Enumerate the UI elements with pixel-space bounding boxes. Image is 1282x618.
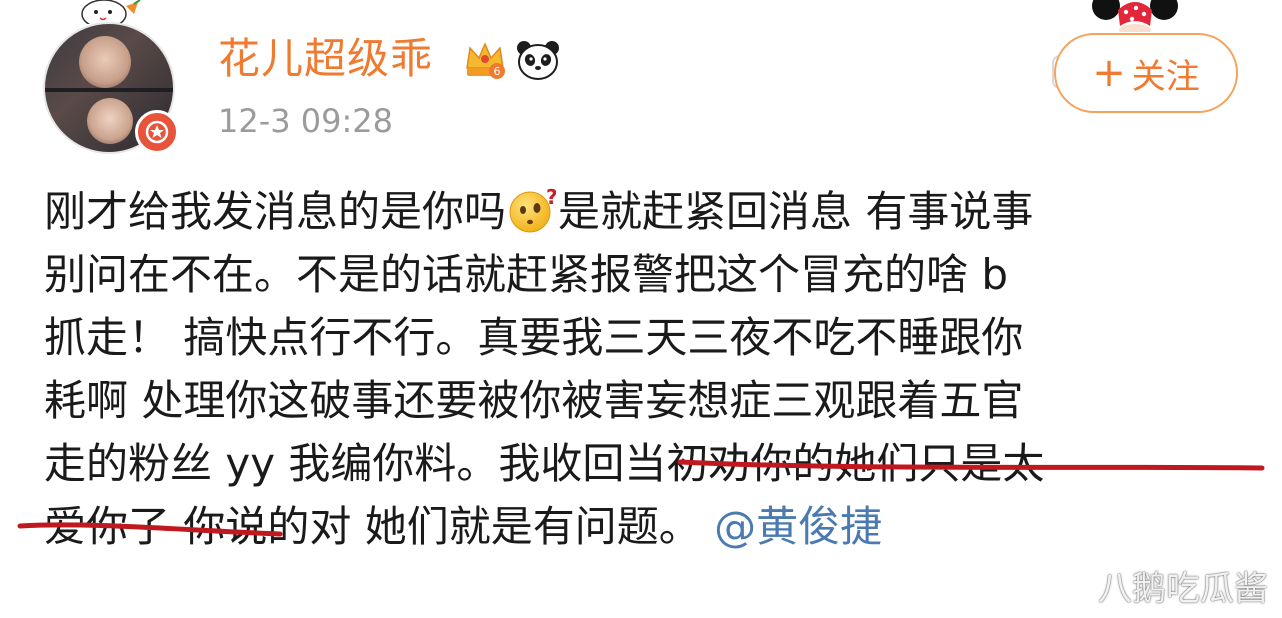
watermark: 八鹅吃瓜酱 (1050, 560, 1268, 610)
minnie-bow-icon (1092, 0, 1178, 32)
post-content: 刚才给我发消息的是你吗 ? 是就赶紧回消息 有事说事 别问在不在。不是的话就赶紧… (44, 180, 1244, 558)
crown-level-icon: 6 (462, 38, 508, 82)
verified-star-icon (135, 110, 179, 154)
post-timestamp: 12-3 09:28 (218, 102, 394, 140)
weibo-logo-icon (1050, 570, 1088, 601)
panda-icon (514, 38, 562, 82)
watermark-text: 八鹅吃瓜酱 (1098, 568, 1268, 609)
mention-link[interactable]: @黄俊捷 (714, 502, 882, 551)
post-line: 别问在不在。不是的话就赶紧报警把这个冒充的啥 b (44, 250, 1009, 299)
author-avatar[interactable] (43, 22, 179, 154)
post-line: 爱你了 你说的对 她们就是有问题。 @黄俊捷 (44, 495, 1244, 558)
follow-label: 关注 (1131, 56, 1200, 97)
post-text: 是就赶紧回消息 有事说事 (558, 187, 1034, 236)
svg-text:?: ? (546, 186, 556, 209)
post-line: 走的粉丝 yy 我编你料。我收回当初劝你的她们只是太 (44, 439, 1045, 488)
author-name[interactable]: 花儿超级乖 (218, 33, 433, 85)
post-text: 爱你了 你说的对 她们就是有问题。 (44, 502, 701, 551)
post-line: 抓走！ 搞快点行不行。真要我三天三夜不吃不睡跟你 (44, 313, 1024, 362)
follow-button[interactable]: + 关注 (1054, 33, 1238, 113)
post-line: 刚才给我发消息的是你吗 ? 是就赶紧回消息 有事说事 (44, 180, 1244, 243)
plus-icon: + (1092, 50, 1126, 96)
weibo-post-screenshot: 花儿超级乖 6 12-3 09:28 + 关注 刚才给我发消息的是你吗 是就赶紧… (0, 0, 1282, 618)
post-text: 刚才给我发消息的是你吗 (44, 187, 507, 236)
thinking-face-icon: ? (508, 185, 558, 234)
post-line: 耗啊 处理你这破事还要被你被害妄想症三观跟着五官 (44, 376, 1024, 425)
svg-text:6: 6 (494, 65, 501, 78)
mascot-icon (74, 0, 144, 24)
